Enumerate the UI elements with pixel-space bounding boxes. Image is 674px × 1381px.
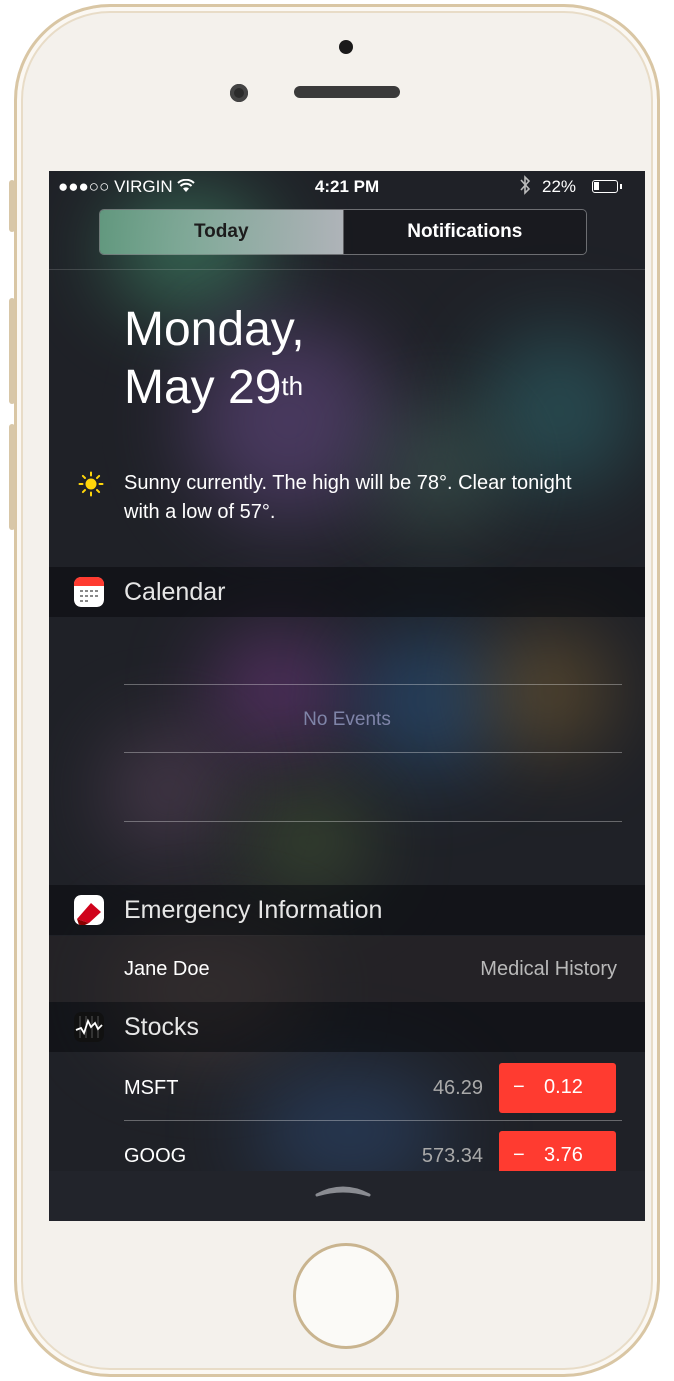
sun-icon — [78, 471, 104, 497]
contact-name: Jane Doe — [124, 958, 210, 980]
stock-symbol: MSFT — [124, 1077, 179, 1099]
tab-notifications[interactable]: Notifications — [342, 210, 586, 254]
emergency-row[interactable]: Jane Doe Medical History — [49, 936, 645, 1002]
volume-down-button — [9, 424, 15, 530]
tab-today[interactable]: Today — [100, 210, 343, 254]
calendar-divider — [124, 821, 622, 822]
calendar-divider — [124, 684, 622, 685]
weather-summary: Sunny currently. The high will be 78°. C… — [124, 472, 572, 523]
proximity-sensor — [339, 40, 353, 54]
home-button[interactable] — [293, 1243, 399, 1349]
stocks-title: Stocks — [124, 1012, 200, 1041]
header-divider — [49, 269, 645, 270]
volume-up-button — [9, 298, 15, 404]
stocks-section-header[interactable]: Stocks — [49, 1002, 645, 1052]
date-month-day: May 29 — [124, 361, 282, 414]
stock-symbol: GOOG — [124, 1145, 187, 1167]
battery-icon — [592, 180, 622, 193]
change-value: 3.76 — [544, 1144, 583, 1166]
calendar-title: Calendar — [124, 577, 226, 606]
status-bar: ●●●○○ VIRGIN 4:21 PM 22% — [49, 171, 645, 205]
screen: ●●●○○ VIRGIN 4:21 PM 22% Today Notificat… — [49, 171, 645, 1221]
stock-row[interactable]: MSFT 46.29 − 0.12 — [49, 1053, 645, 1119]
calendar-section-header[interactable]: Calendar — [49, 567, 645, 617]
health-app-icon — [74, 895, 104, 925]
stock-price: 573.34 — [421, 1145, 483, 1167]
chevron-up-grabber-icon[interactable] — [315, 1183, 371, 1197]
earpiece-speaker — [294, 86, 400, 98]
stock-change-badge[interactable]: − 0.12 — [499, 1063, 616, 1113]
change-value: 0.12 — [544, 1076, 583, 1098]
calendar-app-icon — [74, 577, 104, 607]
view-segmented-control: Today Notifications — [99, 209, 587, 255]
date-day: May 29th — [124, 359, 305, 417]
change-sign: − — [513, 1076, 525, 1098]
battery-percent: 22% — [542, 177, 577, 196]
change-sign: − — [513, 1144, 525, 1166]
mute-switch — [9, 180, 15, 232]
emergency-title: Emergency Information — [124, 895, 383, 924]
stock-price: 46.29 — [432, 1077, 483, 1099]
date-weekday: Monday, — [124, 303, 305, 356]
stocks-app-icon — [74, 1012, 104, 1042]
date-ordinal-suffix: th — [281, 371, 304, 401]
calendar-divider — [124, 752, 622, 753]
emergency-section-header[interactable]: Emergency Information — [49, 885, 645, 935]
medical-history-link[interactable]: Medical History — [480, 958, 617, 981]
today-date: Monday, May 29th — [124, 301, 305, 417]
no-events-label: No Events — [303, 709, 391, 730]
bluetooth-icon — [519, 175, 531, 200]
front-camera — [230, 84, 248, 102]
